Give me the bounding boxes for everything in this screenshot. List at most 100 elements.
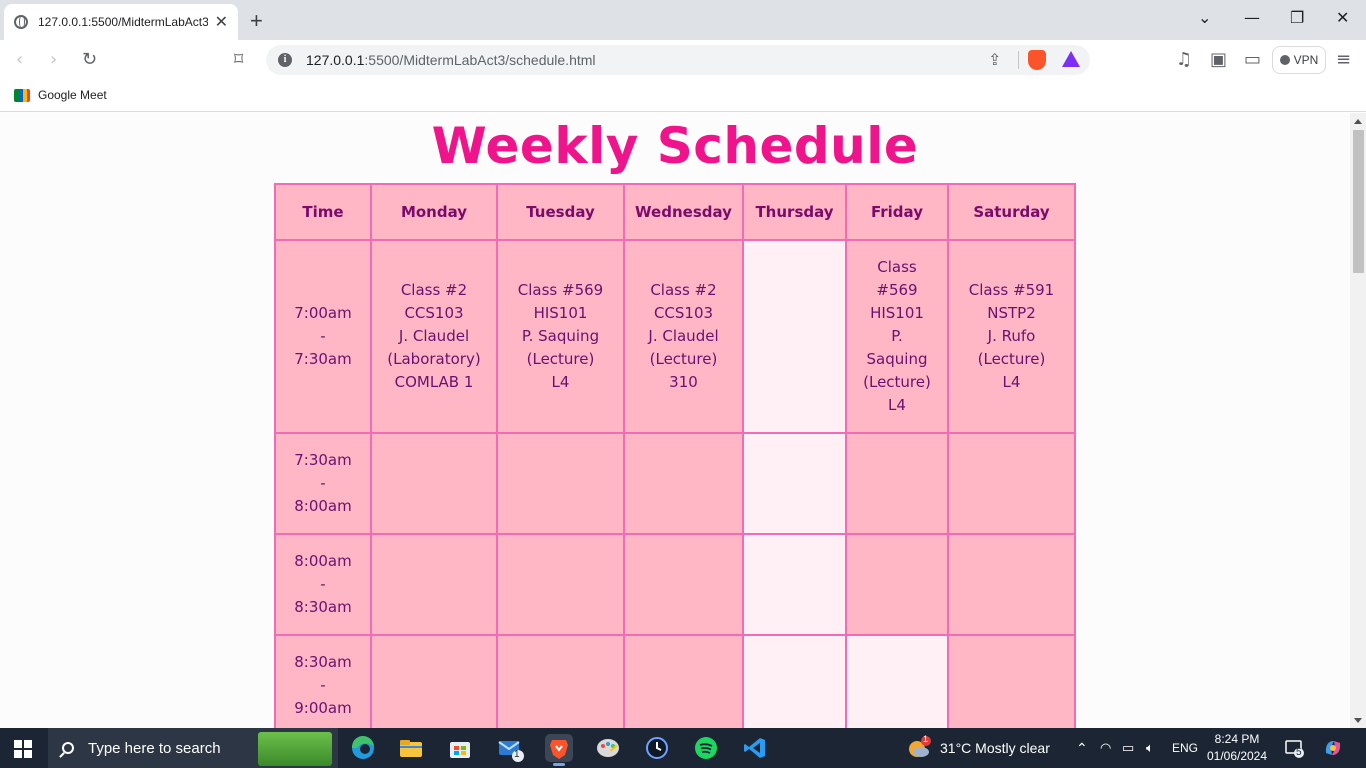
- class-type: (Lecture): [649, 350, 718, 368]
- new-tab-button[interactable]: +: [250, 8, 263, 34]
- browser-tab[interactable]: 127.0.0.1:5500/MidtermLabAct3 ✕: [4, 4, 238, 40]
- empty-cell: [742, 533, 847, 636]
- minimize-icon[interactable]: —: [1244, 8, 1260, 27]
- back-icon[interactable]: ‹: [16, 50, 23, 70]
- paint-app-icon[interactable]: [594, 734, 622, 762]
- wallet-icon[interactable]: ▭: [1244, 50, 1261, 70]
- empty-cell: [370, 634, 498, 728]
- header-row: Time Monday Tuesday Wednesday Thursday F…: [274, 183, 1076, 241]
- scroll-up-icon[interactable]: [1354, 119, 1362, 124]
- instructor: J. Claudel: [648, 327, 719, 345]
- instructor: J. Claudel: [398, 327, 470, 345]
- reload-icon[interactable]: ↻: [82, 50, 97, 70]
- class-number: Class #2: [650, 281, 717, 299]
- time-end: 9:00am: [294, 699, 352, 717]
- class-cell-tuesday: Class #569 HIS101 P. Saquing (Lecture) L…: [496, 239, 625, 434]
- empty-cell-thursday: [742, 239, 847, 434]
- brave-app-icon[interactable]: [545, 734, 573, 766]
- tab-title: 127.0.0.1:5500/MidtermLabAct3: [38, 15, 208, 29]
- microsoft-store-icon[interactable]: [446, 734, 474, 762]
- page-viewport: Weekly Schedule Time Monday Tuesday Wedn…: [0, 113, 1350, 728]
- weather-widget[interactable]: 1 31°C Mostly clear: [906, 728, 1050, 768]
- windows-logo-icon: [14, 740, 22, 748]
- copilot-icon: [1325, 741, 1341, 755]
- restore-icon[interactable]: ❐: [1290, 8, 1304, 27]
- wifi-icon: ◠: [1100, 740, 1112, 755]
- empty-cell: [845, 533, 949, 636]
- close-window-icon[interactable]: ✕: [1336, 8, 1349, 27]
- class-cell-wednesday: Class #2 CCS103 J. Claudel (Lecture) 310: [623, 239, 744, 434]
- battery-icon[interactable]: ▭: [1122, 728, 1134, 768]
- share-icon[interactable]: ⇪: [988, 50, 1001, 69]
- empty-cell: [623, 634, 744, 728]
- class-type: (Lecture): [863, 373, 931, 391]
- volume-icon[interactable]: 🔈︎: [1146, 728, 1154, 768]
- divider: [1018, 51, 1019, 69]
- empty-cell: [623, 432, 744, 535]
- forward-icon[interactable]: ›: [50, 50, 57, 70]
- header-wednesday: Wednesday: [623, 183, 744, 241]
- brave-rewards-icon[interactable]: [1062, 51, 1080, 67]
- address-bar[interactable]: i 127.0.0.1:5500/MidtermLabAct3/schedule…: [266, 45, 1090, 75]
- vpn-label: VPN: [1293, 53, 1319, 67]
- network-icon[interactable]: ◠: [1100, 728, 1111, 768]
- time-cell: 7:30am - 8:00am: [274, 432, 372, 535]
- bookmark-icon[interactable]: ⌑: [234, 50, 243, 70]
- system-clock[interactable]: 8:24 PM 01/06/2024: [1206, 731, 1268, 765]
- instructor-initial: P.: [891, 327, 903, 345]
- google-meet-icon: [14, 88, 30, 102]
- sidebar-icon[interactable]: ▣: [1210, 50, 1227, 70]
- brave-shields-icon[interactable]: [1028, 50, 1046, 70]
- site-info-icon[interactable]: i: [278, 53, 292, 67]
- room: COMLAB 1: [394, 373, 474, 391]
- edge-app-icon[interactable]: [349, 734, 377, 762]
- url-path: :5500/MidtermLabAct3/schedule.html: [364, 52, 596, 68]
- taskbar-search[interactable]: Type here to search: [48, 728, 338, 768]
- class-number: Class #591: [968, 281, 1055, 299]
- weather-badge: 1: [923, 734, 929, 744]
- time-start: 8:30am: [294, 653, 352, 671]
- time-start: 7:30am: [294, 451, 352, 469]
- globe-icon: [14, 15, 28, 29]
- clock-time: 8:24 PM: [1214, 732, 1260, 746]
- clock-app-icon[interactable]: [643, 734, 671, 762]
- scroll-down-icon[interactable]: [1354, 718, 1362, 723]
- vpn-button[interactable]: VPN: [1272, 46, 1326, 74]
- bookmark-google-meet[interactable]: Google Meet: [14, 88, 107, 102]
- tab-search-icon[interactable]: ⌄: [1198, 8, 1211, 27]
- notification-center[interactable]: 5: [1284, 728, 1304, 768]
- room: L4: [551, 373, 570, 391]
- show-hidden-icons[interactable]: ⌃: [1076, 728, 1088, 768]
- class-cell-saturday: Class #591 NSTP2 J. Rufo (Lecture) L4: [947, 239, 1076, 434]
- class-label: Class: [877, 258, 917, 276]
- media-icon[interactable]: ♫: [1176, 50, 1192, 70]
- scrollbar-thumb[interactable]: [1353, 130, 1364, 273]
- url-text[interactable]: 127.0.0.1:5500/MidtermLabAct3/schedule.h…: [306, 52, 596, 68]
- empty-cell: [742, 634, 847, 728]
- menu-icon[interactable]: ≡: [1336, 50, 1351, 70]
- empty-cell: [947, 634, 1076, 728]
- start-button[interactable]: [14, 740, 32, 758]
- notification-count: 5: [1296, 747, 1302, 758]
- mail-badge: 1: [514, 749, 520, 760]
- vscode-app-icon[interactable]: [741, 734, 769, 762]
- course-code: NSTP2: [987, 304, 1036, 322]
- mail-app-icon[interactable]: 1: [496, 734, 524, 762]
- page-scrollbar[interactable]: [1350, 113, 1366, 728]
- spotify-app-icon[interactable]: [692, 734, 720, 762]
- copilot-button[interactable]: [1322, 728, 1344, 768]
- tab-strip: 127.0.0.1:5500/MidtermLabAct3 ✕ + ⌄ — ❐ …: [0, 0, 1366, 40]
- time-cell: 7:00am - 7:30am: [274, 239, 372, 434]
- url-host: 127.0.0.1: [306, 52, 365, 68]
- time-cell: 8:30am - 9:00am: [274, 634, 372, 728]
- file-explorer-icon[interactable]: [397, 734, 425, 762]
- close-tab-icon[interactable]: ✕: [215, 14, 228, 30]
- class-number: #569: [876, 281, 918, 299]
- instructor: P. Saquing: [521, 327, 600, 345]
- time-end: 8:00am: [294, 497, 352, 515]
- room: L4: [1002, 373, 1021, 391]
- bookmarks-bar: Google Meet: [0, 80, 1366, 112]
- language-indicator[interactable]: ENG: [1172, 728, 1198, 768]
- empty-cell: [496, 533, 625, 636]
- class-type: (Lecture): [526, 350, 595, 368]
